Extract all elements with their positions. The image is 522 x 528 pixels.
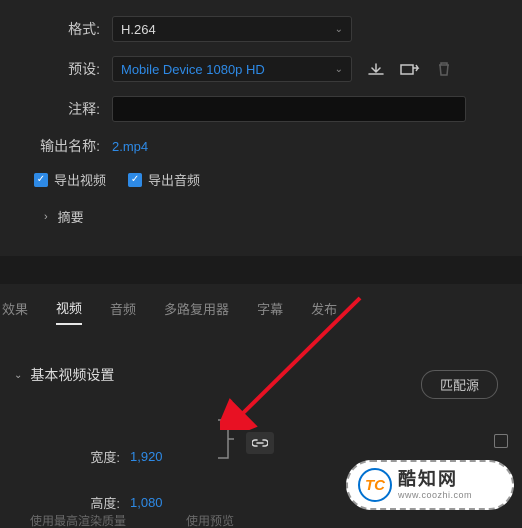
comment-row: 注释: — [0, 96, 522, 122]
preset-value: Mobile Device 1080p HD — [121, 62, 265, 77]
export-video-checkbox[interactable]: ✓ 导出视频 — [34, 170, 106, 189]
chevron-down-icon: ⌄ — [14, 370, 22, 381]
comment-input[interactable] — [112, 96, 466, 122]
preset-dropdown[interactable]: Mobile Device 1080p HD ⌄ — [112, 56, 352, 82]
height-label: 高度: — [66, 493, 130, 512]
output-name-label: 输出名称: — [34, 136, 112, 156]
check-icon: ✓ — [34, 173, 48, 187]
bottom-opt-a: 使用最高渲染质量 — [30, 512, 126, 528]
match-source-checkbox[interactable] — [494, 434, 508, 448]
format-dropdown[interactable]: H.264 ⌄ — [112, 16, 352, 42]
export-video-label: 导出视频 — [54, 170, 106, 189]
summary-label: 摘要 — [58, 207, 84, 226]
match-source-button[interactable]: 匹配源 — [421, 370, 498, 399]
bottom-opt-b: 使用预览 — [186, 512, 234, 528]
check-icon: ✓ — [128, 173, 142, 187]
link-bracket-icon — [214, 414, 238, 464]
panel-divider — [0, 256, 522, 284]
export-settings-top: 格式: H.264 ⌄ 预设: Mobile Device 1080p HD ⌄… — [0, 0, 522, 244]
save-preset-icon[interactable] — [366, 61, 386, 77]
format-row: 格式: H.264 ⌄ — [0, 16, 522, 42]
summary-toggle[interactable]: › 摘要 — [0, 207, 522, 226]
export-checkboxes: ✓ 导出视频 ✓ 导出音频 — [0, 170, 522, 189]
watermark-url: www.coozhi.com — [398, 490, 472, 501]
export-audio-checkbox[interactable]: ✓ 导出音频 — [128, 170, 200, 189]
chevron-right-icon: › — [44, 211, 48, 223]
tab-effects[interactable]: 效果 — [2, 299, 28, 324]
bottom-checkboxes: 使用最高渲染质量 使用预览 — [0, 512, 522, 528]
chevron-down-icon: ⌄ — [335, 24, 343, 35]
preset-row: 预设: Mobile Device 1080p HD ⌄ — [0, 56, 522, 82]
output-name-value[interactable]: 2.mp4 — [112, 139, 148, 154]
tab-video[interactable]: 视频 — [56, 298, 82, 325]
width-label: 宽度: — [66, 447, 130, 466]
comment-label: 注释: — [34, 99, 112, 119]
tab-audio[interactable]: 音频 — [110, 299, 136, 324]
format-label: 格式: — [34, 19, 112, 39]
preset-label: 预设: — [34, 59, 112, 79]
output-name-row: 输出名称: 2.mp4 — [0, 136, 522, 156]
watermark: TC 酷知网 www.coozhi.com — [346, 460, 514, 510]
delete-preset-icon — [434, 61, 454, 77]
preset-icons — [366, 61, 454, 77]
width-value[interactable]: 1,920 — [130, 449, 163, 464]
height-value[interactable]: 1,080 — [130, 495, 163, 510]
link-dimensions-button[interactable] — [246, 432, 274, 454]
format-value: H.264 — [121, 22, 156, 37]
watermark-text: 酷知网 www.coozhi.com — [398, 469, 472, 501]
chevron-down-icon: ⌄ — [335, 64, 343, 75]
watermark-cn: 酷知网 — [398, 469, 472, 491]
tab-publish[interactable]: 发布 — [311, 299, 337, 324]
section-title: 基本视频设置 — [30, 365, 114, 385]
import-preset-icon[interactable] — [400, 61, 420, 77]
tab-multiplexer[interactable]: 多路复用器 — [164, 299, 229, 324]
watermark-logo: TC — [358, 468, 392, 502]
tab-bar: 效果 视频 音频 多路复用器 字幕 发布 — [0, 284, 522, 339]
export-audio-label: 导出音频 — [148, 170, 200, 189]
tab-subtitle[interactable]: 字幕 — [257, 299, 283, 324]
